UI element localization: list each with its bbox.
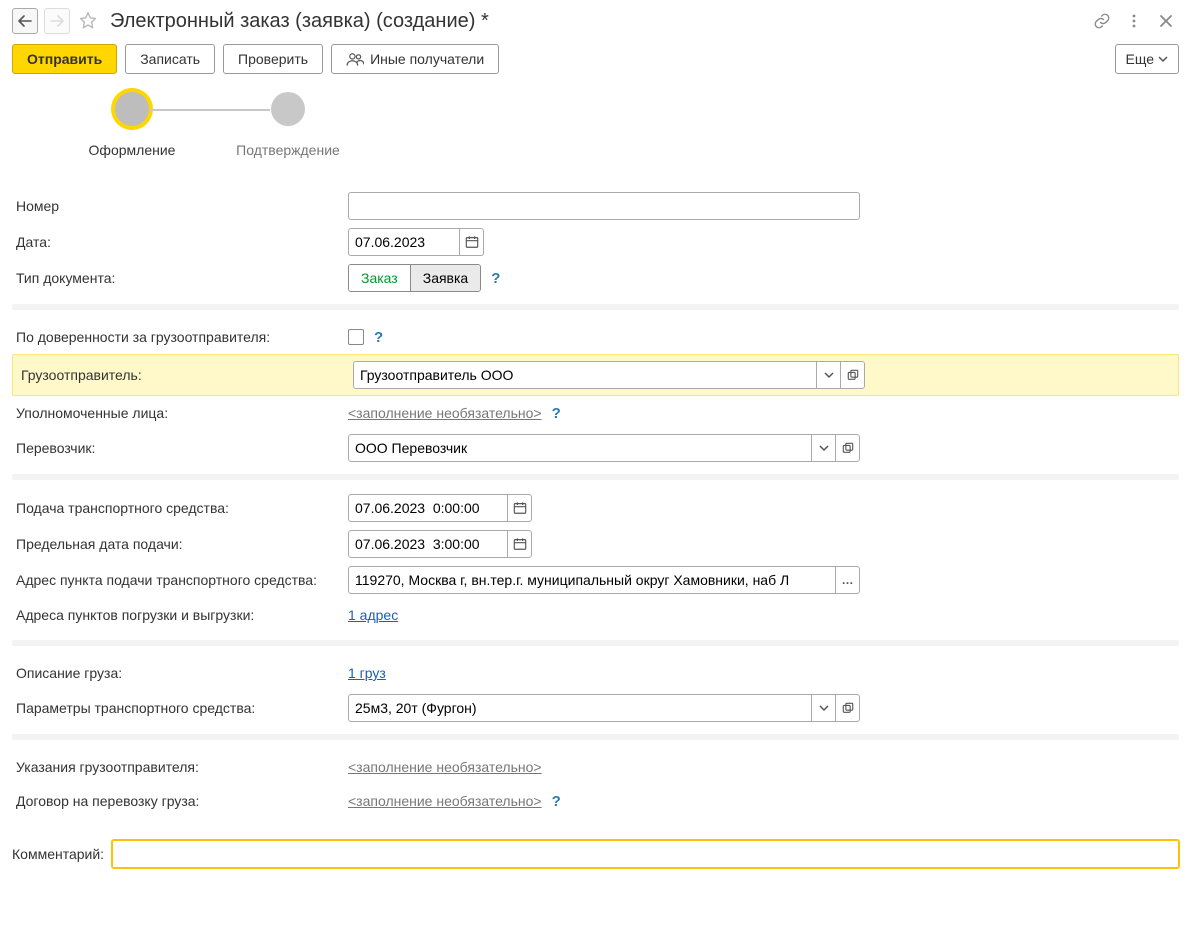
page-title: Электронный заказ (заявка) (создание) * <box>110 10 489 33</box>
comment-input[interactable] <box>112 840 1179 868</box>
back-button[interactable] <box>12 8 38 34</box>
contract-label: Договор на перевозку груза: <box>12 793 348 809</box>
vehicle-supply-calendar-button[interactable] <box>508 494 532 522</box>
close-button[interactable] <box>1153 8 1179 34</box>
vehicle-params-input[interactable] <box>348 694 812 722</box>
forward-button <box>44 8 70 34</box>
carrier-input[interactable] <box>348 434 812 462</box>
vehicle-supply-label: Подача транспортного средства: <box>12 500 348 516</box>
authorized-link[interactable]: <заполнение необязательно> <box>348 405 542 421</box>
authorized-label: Уполномоченные лица: <box>12 405 348 421</box>
send-button[interactable]: Отправить <box>12 44 117 74</box>
more-button[interactable]: Еще <box>1115 44 1180 74</box>
doc-type-help[interactable]: ? <box>487 270 504 287</box>
vehicle-supply-input[interactable] <box>348 494 508 522</box>
calendar-icon <box>513 501 527 515</box>
ellipsis-icon: … <box>842 573 854 587</box>
by-power-label: По доверенности за грузоотправителя: <box>12 329 348 345</box>
deadline-label: Предельная дата подачи: <box>12 536 348 552</box>
separator <box>12 734 1179 740</box>
separator <box>12 474 1179 480</box>
deadline-calendar-button[interactable] <box>508 530 532 558</box>
separator <box>12 304 1179 310</box>
shipper-label: Грузоотправитель: <box>17 367 353 383</box>
arrow-left-icon <box>18 15 32 27</box>
vehicle-params-label: Параметры транспортного средства: <box>12 700 348 716</box>
shipper-instructions-label: Указания грузоотправителя: <box>12 759 348 775</box>
comment-label: Комментарий: <box>12 846 104 862</box>
step-label-2: Подтверждение <box>236 142 340 158</box>
more-label: Еще <box>1126 51 1155 67</box>
doc-type-order[interactable]: Заказ <box>349 265 410 291</box>
link-icon-button[interactable] <box>1089 8 1115 34</box>
date-picker-button[interactable] <box>460 228 484 256</box>
step-circle-2 <box>271 92 305 126</box>
chevron-down-icon <box>819 704 829 712</box>
doc-type-toggle: Заказ Заявка <box>348 264 481 292</box>
cargo-desc-label: Описание груза: <box>12 665 348 681</box>
calendar-icon <box>513 537 527 551</box>
date-label: Дата: <box>12 234 348 250</box>
by-power-help[interactable]: ? <box>370 329 387 346</box>
open-icon <box>847 369 859 381</box>
doc-type-request[interactable]: Заявка <box>410 265 480 291</box>
separator <box>12 640 1179 646</box>
check-button[interactable]: Проверить <box>223 44 323 74</box>
number-label: Номер <box>12 198 348 214</box>
favorite-star-icon[interactable] <box>76 9 100 33</box>
authorized-help[interactable]: ? <box>548 405 565 422</box>
calendar-icon <box>465 235 479 249</box>
step-circle-1 <box>115 92 149 126</box>
vehicle-params-open-button[interactable] <box>836 694 860 722</box>
shipper-input[interactable] <box>353 361 817 389</box>
carrier-dropdown-button[interactable] <box>812 434 836 462</box>
chevron-down-icon <box>819 444 829 452</box>
close-icon <box>1159 14 1173 28</box>
shipper-instructions-link[interactable]: <заполнение необязательно> <box>348 759 542 775</box>
deadline-input[interactable] <box>348 530 508 558</box>
load-addresses-link[interactable]: 1 адрес <box>348 607 398 623</box>
recipients-button[interactable]: Иные получатели <box>331 44 499 74</box>
cargo-desc-link[interactable]: 1 груз <box>348 665 386 681</box>
supply-address-label: Адрес пункта подачи транспортного средст… <box>12 572 348 588</box>
open-icon <box>842 442 854 454</box>
chevron-down-icon <box>1158 55 1168 63</box>
by-power-checkbox[interactable] <box>348 329 364 345</box>
kebab-menu-button[interactable] <box>1121 8 1147 34</box>
contract-help[interactable]: ? <box>548 793 565 810</box>
kebab-icon <box>1126 13 1142 29</box>
shipper-open-button[interactable] <box>841 361 865 389</box>
save-button[interactable]: Записать <box>125 44 215 74</box>
stepper: Оформление Подтверждение <box>52 92 1179 158</box>
chevron-down-icon <box>824 371 834 379</box>
contract-link[interactable]: <заполнение необязательно> <box>348 793 542 809</box>
supply-address-input[interactable] <box>348 566 836 594</box>
carrier-label: Перевозчик: <box>12 440 348 456</box>
open-icon <box>842 702 854 714</box>
supply-address-ellipsis-button[interactable]: … <box>836 566 860 594</box>
people-icon <box>346 52 364 66</box>
carrier-open-button[interactable] <box>836 434 860 462</box>
recipients-label: Иные получатели <box>370 51 484 67</box>
vehicle-params-dropdown-button[interactable] <box>812 694 836 722</box>
date-input[interactable] <box>348 228 460 256</box>
load-addresses-label: Адреса пунктов погрузки и выгрузки: <box>12 607 348 623</box>
shipper-dropdown-button[interactable] <box>817 361 841 389</box>
doc-type-label: Тип документа: <box>12 270 348 286</box>
step-label-1: Оформление <box>89 142 176 158</box>
link-icon <box>1093 12 1111 30</box>
number-input[interactable] <box>348 192 860 220</box>
arrow-right-icon <box>50 15 64 27</box>
